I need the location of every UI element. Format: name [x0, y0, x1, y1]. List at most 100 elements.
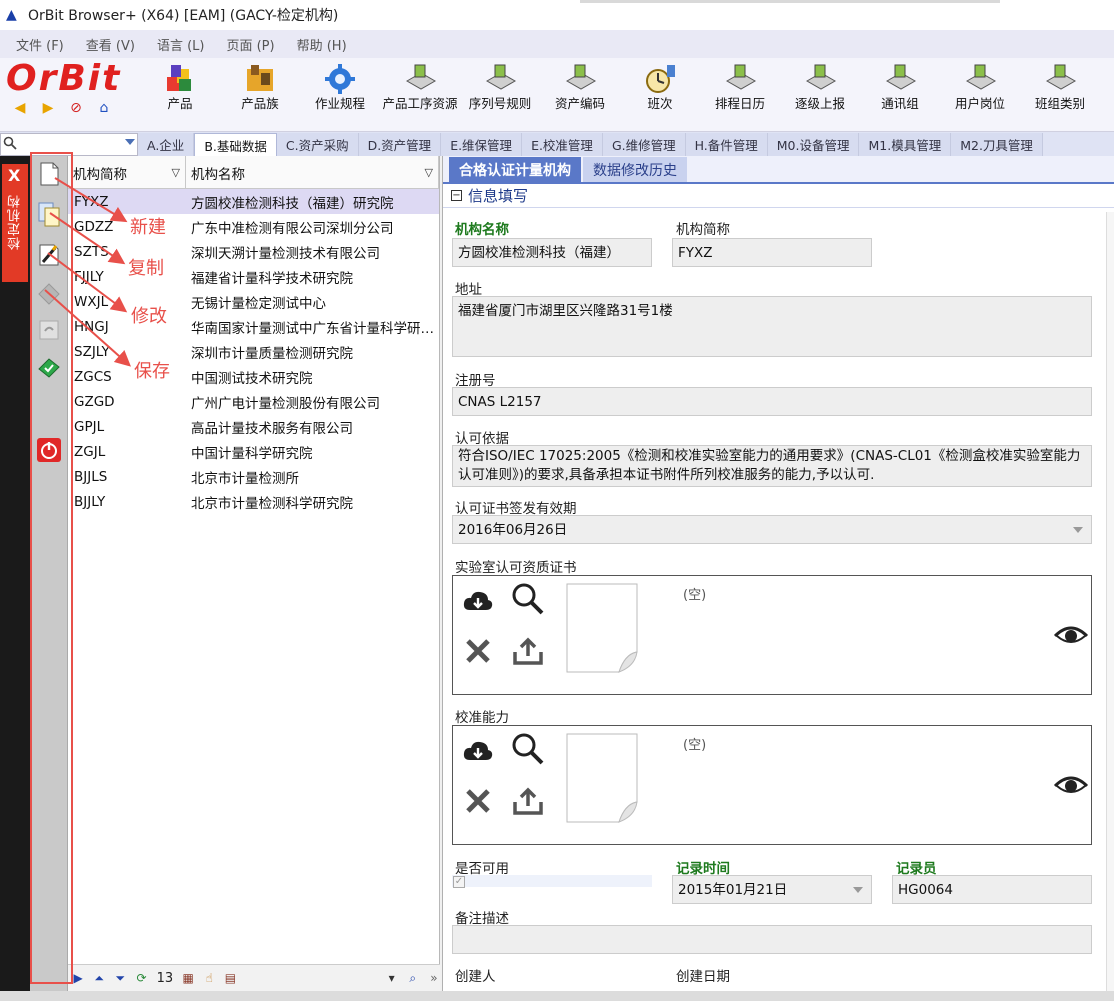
tab-calibration[interactable]: E.校准管理 — [522, 133, 603, 156]
toolbar-label: 用户岗位 — [954, 96, 1005, 111]
toolbar-product-button[interactable]: 产品 — [140, 58, 220, 132]
org-name-field[interactable]: 方圆校准检测科技（福建） — [452, 238, 652, 267]
table-row[interactable]: WXJL 无锡计量检定测试中心 — [68, 289, 439, 314]
tab-cutter[interactable]: M2.刀具管理 — [951, 133, 1043, 156]
tab-maintenance[interactable]: E.维保管理 — [441, 133, 523, 156]
next-page-icon[interactable]: ▶ — [72, 971, 84, 985]
window-title: OrBit Browser+ (X64) [EAM] (GACY-检定机构) — [28, 8, 339, 24]
zoom-icon[interactable]: ⌕ — [407, 971, 419, 985]
column-header-code[interactable]: 机构简称 ▽ — [68, 156, 186, 189]
menu-language[interactable]: 语言 (L) — [157, 35, 205, 54]
filter-icon[interactable]: ▽ — [172, 166, 180, 179]
user-post-icon — [962, 62, 998, 96]
table-row[interactable]: BJJLS 北京市计量检测所 — [68, 464, 439, 489]
tab-spare-parts[interactable]: H.备件管理 — [685, 133, 768, 156]
table-row[interactable]: FYXZ 方圆校准检测科技（福建）研究院 — [68, 189, 439, 214]
back-arrow-icon[interactable]: ◀ — [12, 100, 28, 116]
calib-label: 校准能力 — [455, 710, 509, 726]
org-short-field[interactable]: FYXZ — [672, 238, 872, 267]
table-row[interactable]: ZGCS 中国测试技术研究院 — [68, 364, 439, 389]
preview-search-icon[interactable] — [511, 732, 545, 766]
remark-field[interactable] — [452, 925, 1092, 954]
eye-icon[interactable] — [1053, 770, 1089, 800]
table-row[interactable]: GDZZ 广东中准检测有限公司深圳分公司 — [68, 214, 439, 239]
dropdown-icon[interactable]: ▾ — [386, 971, 398, 985]
validity-date-picker[interactable]: 2016年06月26日 — [452, 515, 1092, 544]
table-row[interactable]: GZGD 广州广电计量检测股份有限公司 — [68, 389, 439, 414]
toolbar-product-family-button[interactable]: 产品族 — [220, 58, 300, 132]
tab-repair[interactable]: G.维修管理 — [602, 133, 686, 156]
row-name: 深圳市计量质量检测研究院 — [191, 345, 353, 362]
detail-scrollbar[interactable] — [1106, 212, 1114, 991]
table-row[interactable]: SZJLY 深圳市计量质量检测研究院 — [68, 339, 439, 364]
toolbar-asset-code-button[interactable]: 资产编码 — [540, 58, 620, 132]
tab-equipment[interactable]: M0.设备管理 — [767, 133, 860, 156]
menu-help[interactable]: 帮助 (H) — [297, 35, 347, 54]
row-name: 北京市计量检测所 — [191, 470, 299, 487]
tab-enterprise[interactable]: A.企业 — [138, 133, 195, 156]
expand-icon[interactable]: » — [428, 971, 440, 985]
document-thumbnail[interactable] — [565, 582, 639, 673]
toolbar-team-type-button[interactable]: 班组类别 — [1020, 58, 1100, 132]
tab-mold[interactable]: M1.模具管理 — [859, 133, 952, 156]
toolbar-comm-group-button[interactable]: 通讯组 — [860, 58, 940, 132]
grid-settings-icon[interactable]: ▦ — [182, 971, 194, 985]
toolbar-shift-button[interactable]: 班次 — [620, 58, 700, 132]
forward-arrow-icon[interactable]: ▶ — [40, 100, 56, 116]
pointer-icon[interactable]: ☝ — [203, 971, 215, 985]
toolbar-user-post-button[interactable]: 用户岗位 — [940, 58, 1020, 132]
recorder-field[interactable]: HG0064 — [892, 875, 1092, 904]
layout-icon[interactable]: ▤ — [224, 971, 236, 985]
table-row[interactable]: BJJLY 北京市计量检测科学研究院 — [68, 489, 439, 514]
annotation-edit: 修改 — [131, 306, 167, 327]
tab-asset-management[interactable]: D.资产管理 — [358, 133, 442, 156]
record-time-picker[interactable]: 2015年01月21日 — [672, 875, 872, 904]
last-page-icon[interactable]: ⏷ — [114, 971, 126, 985]
reg-no-field[interactable]: CNAS L2157 — [452, 387, 1092, 416]
close-icon[interactable]: X — [8, 166, 20, 185]
document-thumbnail[interactable] — [565, 732, 639, 823]
preview-search-icon[interactable] — [511, 582, 545, 616]
upload-icon[interactable] — [511, 784, 545, 818]
home-icon[interactable]: ⌂ — [96, 100, 112, 116]
table-row[interactable]: HNGJ 华南国家计量测试中广东省计量科学研究院 — [68, 314, 439, 339]
table-row[interactable]: GPJL 高品计量技术服务有限公司 — [68, 414, 439, 439]
tab-basic-data[interactable]: B.基础数据 — [194, 133, 277, 156]
delete-icon[interactable] — [461, 784, 495, 818]
menu-file[interactable]: 文件 (F) — [16, 35, 64, 54]
table-row[interactable]: SZTS 深圳天溯计量检测技术有限公司 — [68, 239, 439, 264]
stop-icon[interactable]: ⊘ — [68, 100, 84, 116]
address-field[interactable]: 福建省厦门市湖里区兴隆路31号1楼 — [452, 296, 1092, 357]
table-row[interactable]: ZGJL 中国计量科学研究院 — [68, 439, 439, 464]
eye-icon[interactable] — [1053, 620, 1089, 650]
menu-view[interactable]: 查看 (V) — [86, 35, 135, 54]
column-header-name[interactable]: 机构名称 ▽ — [186, 156, 439, 189]
upload-icon[interactable] — [511, 634, 545, 668]
enabled-checkbox[interactable]: ✓ — [453, 876, 465, 888]
download-icon[interactable] — [461, 584, 495, 618]
toolbar-label: 排程日历 — [714, 96, 765, 111]
chevron-down-icon[interactable] — [125, 139, 135, 145]
collapse-icon[interactable]: − — [451, 190, 462, 201]
side-tab-calibration-org[interactable]: X 检定机构 — [2, 164, 28, 282]
toolbar-sop-button[interactable]: 作业规程 — [300, 58, 380, 132]
section-header[interactable]: − 信息填写 — [443, 184, 1114, 208]
menu-page[interactable]: 页面 (P) — [226, 35, 274, 54]
table-row[interactable]: FJJLY 福建省计量科学技术研究院 — [68, 264, 439, 289]
refresh-icon[interactable]: ⟳ — [135, 971, 147, 985]
first-page-icon[interactable]: ⏶ — [93, 971, 105, 985]
basis-field[interactable]: 符合ISO/IEC 17025:2005《检测和校准实验室能力的通用要求》(CN… — [452, 445, 1092, 487]
tab-certified-org[interactable]: 合格认证计量机构 — [449, 157, 581, 182]
column-header-label: 机构简称 — [73, 166, 127, 183]
module-tab-row: A.企业 B.基础数据 C.资产采购 D.资产管理 E.维保管理 E.校准管理 … — [0, 132, 1114, 156]
toolbar-process-resource-button[interactable]: 产品工序资源 — [380, 58, 460, 132]
tab-asset-purchase[interactable]: C.资产采购 — [276, 133, 359, 156]
tab-modify-history[interactable]: 数据修改历史 — [583, 157, 687, 182]
delete-icon[interactable] — [461, 634, 495, 668]
toolbar-serial-rule-button[interactable]: 序列号规则 — [460, 58, 540, 132]
toolbar-calendar-button[interactable]: 排程日历 — [700, 58, 780, 132]
download-icon[interactable] — [461, 734, 495, 768]
clock-icon — [642, 62, 678, 96]
filter-icon[interactable]: ▽ — [425, 166, 433, 179]
toolbar-escalation-button[interactable]: 逐级上报 — [780, 58, 860, 132]
